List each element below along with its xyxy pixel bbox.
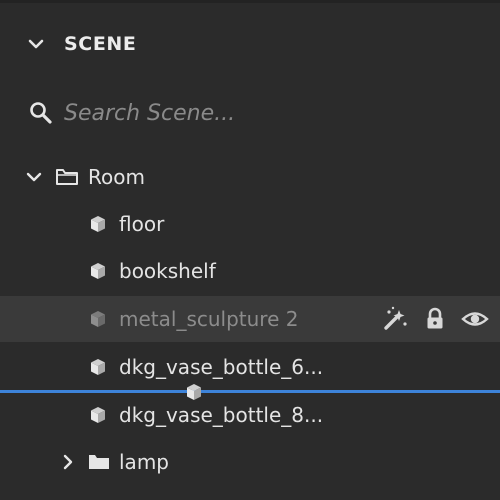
tree-item-label: bookshelf <box>119 259 216 283</box>
folder-open-icon <box>56 169 78 185</box>
tree-item-dkg-vase-bottle-8[interactable]: dkg_vase_bottle_8... <box>0 392 500 438</box>
tree-item-label: Room <box>88 165 145 189</box>
search-bar[interactable] <box>0 90 500 136</box>
tree-item-metal-sculpture-2[interactable]: metal_sculpture 2 <box>0 296 500 342</box>
search-icon <box>30 102 52 124</box>
row-actions <box>380 304 490 334</box>
cube-icon <box>91 359 105 375</box>
folder-icon <box>89 455 109 469</box>
panel-top-edge <box>0 0 500 3</box>
chevron-down-icon[interactable] <box>24 167 44 187</box>
eye-icon[interactable] <box>460 304 490 334</box>
tree-item-label: dkg_vase_bottle_6... <box>119 355 324 379</box>
cube-icon <box>91 311 105 327</box>
scene-panel-header[interactable]: SCENE <box>0 24 500 64</box>
panel-title: SCENE <box>64 33 137 55</box>
tree-item-label: floor <box>119 212 165 236</box>
chevron-right-icon[interactable] <box>58 452 78 472</box>
cube-icon <box>91 407 105 423</box>
magic-wand-icon[interactable] <box>380 304 410 334</box>
tree-item-bookshelf[interactable]: bookshelf <box>0 248 500 294</box>
cube-icon <box>91 216 105 232</box>
cube-icon <box>91 263 105 279</box>
tree-item-lamp[interactable]: lamp <box>0 439 500 485</box>
tree-item-dkg-vase-bottle-6[interactable]: dkg_vase_bottle_6... <box>0 344 500 390</box>
search-input[interactable] <box>64 96 464 130</box>
chevron-down-icon[interactable] <box>26 34 46 54</box>
tree-item-label: dkg_vase_bottle_8... <box>119 403 324 427</box>
tree-item-floor[interactable]: floor <box>0 201 500 247</box>
tree-item-label: metal_sculpture 2 <box>119 307 299 331</box>
lock-icon[interactable] <box>420 304 450 334</box>
tree-item-label: lamp <box>119 450 169 474</box>
tree-item-room[interactable]: Room <box>0 154 500 200</box>
